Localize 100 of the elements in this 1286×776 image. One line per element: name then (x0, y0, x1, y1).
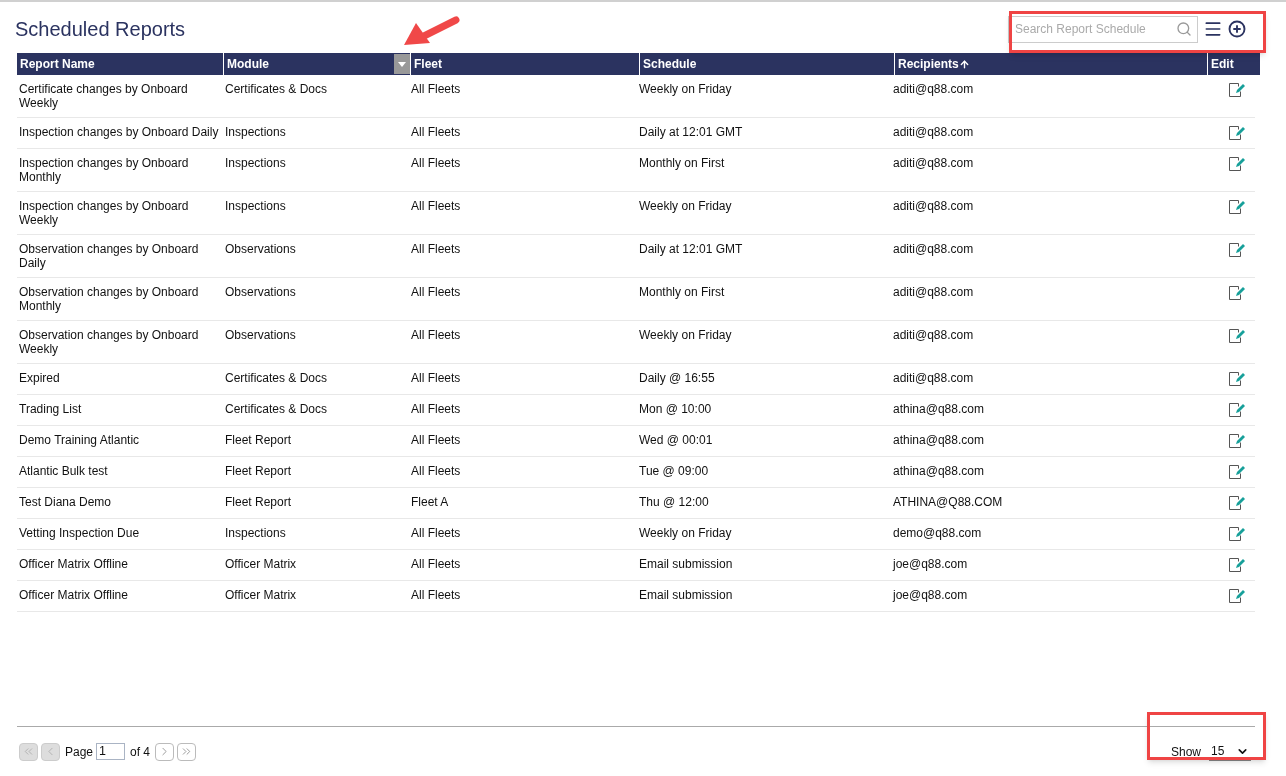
menu-icon[interactable] (1203, 19, 1223, 39)
add-icon[interactable] (1228, 20, 1246, 38)
table-cell-text: Mon @ 10:00 (638, 402, 713, 418)
table-cell-text: Inspections (224, 526, 287, 542)
edit-icon[interactable] (1227, 82, 1245, 98)
table-cell-text: Weekly on Friday (638, 328, 733, 344)
table-cell-text: Email submission (638, 588, 734, 604)
edit-icon[interactable] (1227, 557, 1245, 573)
table-cell-text: All Fleets (410, 557, 462, 573)
column-header[interactable]: Fleet (411, 53, 639, 75)
edit-icon[interactable] (1227, 464, 1245, 480)
page-size-select[interactable]: 15 (1209, 742, 1251, 761)
table-cell-text: All Fleets (410, 526, 462, 542)
table-cell-text: All Fleets (410, 402, 462, 418)
table-cell-text: aditi@q88.com (892, 199, 975, 215)
table-cell-text: joe@q88.com (891, 557, 969, 573)
table-cell-text: joe@q88.com (891, 588, 969, 604)
column-header[interactable]: Schedule (640, 53, 894, 75)
table-cell-text: All Fleets (410, 285, 462, 301)
table-cell-text: All Fleets (410, 433, 462, 449)
table-cell-text: Inspection changes by Onboard Monthly (18, 156, 190, 184)
edit-icon[interactable] (1227, 402, 1245, 418)
table-cell-text: Daily at 12:01 GMT (638, 125, 744, 141)
table-cell-text: Inspection changes by Onboard Weekly (18, 199, 190, 227)
table-cell-text: Observation changes by Onboard Weekly (18, 328, 200, 356)
edit-icon[interactable] (1227, 285, 1245, 301)
table-cell-text: Fleet Report (224, 464, 293, 480)
table-cell-text: Certificates & Docs (224, 82, 329, 98)
table-cell-text: All Fleets (410, 156, 462, 172)
column-header[interactable]: Edit (1208, 53, 1260, 75)
edit-icon[interactable] (1227, 526, 1245, 542)
table-cell-text: Inspections (224, 199, 287, 215)
table-cell-text: Inspections (224, 156, 287, 172)
table-cell-text: Weekly on Friday (638, 199, 733, 215)
table-cell-text: aditi@q88.com (892, 328, 975, 344)
table-cell-text: Demo Training Atlantic (18, 433, 141, 449)
table-cell-text: Email submission (638, 557, 734, 573)
table-cell-text: athina@q88.com (892, 433, 985, 449)
table-cell-text: Observations (224, 285, 297, 301)
edit-icon[interactable] (1227, 371, 1245, 387)
column-header[interactable]: Module (224, 53, 410, 75)
table-cell-text: All Fleets (410, 371, 462, 387)
table-cell-text: All Fleets (410, 82, 462, 98)
edit-icon[interactable] (1227, 156, 1245, 172)
column-header[interactable]: Recipients (895, 53, 1207, 75)
edit-icon[interactable] (1227, 199, 1245, 215)
table-cell-text: aditi@q88.com (892, 285, 975, 301)
table-cell-text: Certificates & Docs (224, 371, 329, 387)
table-cell-text: athina@q88.com (892, 402, 985, 418)
table-cell-text: Certificate changes by Onboard Weekly (18, 82, 189, 110)
table-cell-text: All Fleets (410, 199, 462, 215)
table-cell-text: aditi@q88.com (892, 156, 975, 172)
table-cell-text: Inspections (224, 125, 287, 141)
search-icon[interactable] (1176, 20, 1192, 37)
table-cell-text: Expired (18, 371, 61, 387)
table-cell-text: Trading List (18, 402, 83, 418)
column-header[interactable]: Report Name (17, 53, 223, 75)
table-cell-text: All Fleets (410, 242, 462, 258)
edit-icon[interactable] (1227, 242, 1245, 258)
table-cell-text: Monthly on First (638, 156, 726, 172)
page-title: Scheduled Reports (15, 17, 186, 42)
edit-icon[interactable] (1227, 328, 1245, 344)
edit-icon[interactable] (1227, 588, 1245, 604)
table-cell-text: Weekly on Friday (638, 526, 733, 542)
page-count: of 4 (130, 743, 151, 761)
table-cell-text: Daily at 12:01 GMT (638, 242, 744, 258)
table-cell-text: Officer Matrix (224, 557, 298, 573)
table-cell-text: Observations (224, 242, 297, 258)
table-cell-text: Test Diana Demo (18, 495, 113, 511)
table-cell-text: All Fleets (410, 588, 462, 604)
table-cell-text: aditi@q88.com (892, 371, 975, 387)
edit-icon[interactable] (1227, 125, 1245, 141)
table-cell-text: aditi@q88.com (892, 242, 975, 258)
table-cell-text: Observation changes by Onboard Daily (18, 242, 200, 270)
table-cell-text: Tue @ 09:00 (638, 464, 710, 480)
table-cell-text: Fleet Report (224, 495, 293, 511)
table-cell-text: Monthly on First (638, 285, 726, 301)
table-cell-text: Thu @ 12:00 (638, 495, 710, 511)
edit-icon[interactable] (1227, 433, 1245, 449)
show-label: Show (1170, 743, 1201, 761)
search-field[interactable]: Search Report Schedule (1008, 15, 1198, 43)
column-menu-button[interactable] (394, 54, 410, 74)
page-input[interactable]: 1 (96, 743, 126, 760)
table-cell-text: ATHINA@Q88.COM (892, 495, 1004, 511)
table-cell-text: Officer Matrix (224, 588, 298, 604)
table-cell-text: All Fleets (410, 125, 462, 141)
page-label: Page (65, 743, 94, 761)
table-cell-text: Wed @ 00:01 (638, 433, 714, 449)
table-cell-text: aditi@q88.com (892, 82, 975, 98)
table-cell-text: demo@q88.com (892, 526, 983, 542)
table-cell-text: Fleet Report (224, 433, 293, 449)
dropdown-icon (398, 61, 406, 67)
edit-icon[interactable] (1227, 495, 1245, 511)
table-cell-text: All Fleets (410, 328, 462, 344)
table-cell-text: Observation changes by Onboard Monthly (18, 285, 200, 313)
table-cell-text: Atlantic Bulk test (18, 464, 109, 480)
table-cell-text: Officer Matrix Offline (18, 588, 129, 604)
table-cell-text: All Fleets (410, 464, 462, 480)
table-cell-text: Daily @ 16:55 (638, 371, 716, 387)
table-cell-text: aditi@q88.com (892, 125, 975, 141)
